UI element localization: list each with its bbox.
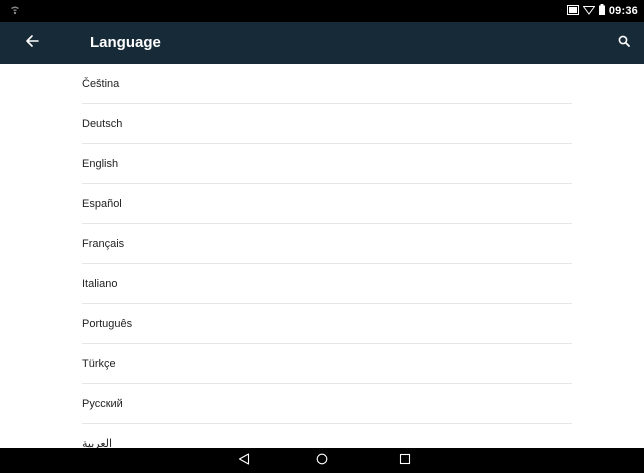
status-bar: 09:36 bbox=[0, 0, 644, 22]
language-label: Türkçe bbox=[82, 357, 116, 370]
language-label: Português bbox=[82, 317, 133, 330]
language-label: العربية bbox=[82, 438, 113, 448]
language-item-russian[interactable]: Русский bbox=[82, 384, 572, 424]
language-settings-screen: 09:36 Language Čeština Deutsch English E… bbox=[0, 0, 644, 473]
language-label: English bbox=[82, 157, 119, 170]
language-item-turkce[interactable]: Türkçe bbox=[82, 344, 572, 384]
language-label: Español bbox=[82, 197, 122, 210]
language-item-portugues[interactable]: Português bbox=[82, 304, 572, 344]
language-label: Français bbox=[82, 237, 125, 250]
notification-icon bbox=[8, 4, 22, 18]
language-item-espanol[interactable]: Español bbox=[82, 184, 572, 224]
language-item-deutsch[interactable]: Deutsch bbox=[82, 104, 572, 144]
page-title: Language bbox=[90, 34, 161, 51]
language-item-cestina[interactable]: Čeština bbox=[82, 64, 572, 104]
search-button[interactable] bbox=[612, 31, 636, 55]
language-label: Čeština bbox=[82, 77, 120, 90]
app-bar: Language bbox=[0, 22, 644, 64]
navigation-bar bbox=[0, 448, 644, 473]
nav-recents-button[interactable] bbox=[396, 452, 414, 470]
language-item-arabic[interactable]: العربية bbox=[82, 424, 572, 448]
triangle-back-icon bbox=[238, 452, 250, 470]
back-button[interactable] bbox=[20, 31, 44, 55]
square-recents-icon bbox=[399, 452, 411, 470]
circle-home-icon bbox=[316, 452, 328, 470]
battery-icon bbox=[598, 2, 605, 20]
status-icons: 09:36 bbox=[566, 2, 638, 20]
cast-icon bbox=[566, 2, 579, 20]
language-label: Deutsch bbox=[82, 117, 123, 130]
language-item-italiano[interactable]: Italiano bbox=[82, 264, 572, 304]
arrow-left-icon bbox=[25, 34, 39, 53]
nav-back-button[interactable] bbox=[235, 452, 253, 470]
search-icon bbox=[618, 34, 630, 52]
language-list: Čeština Deutsch English Español Français… bbox=[0, 64, 644, 448]
language-label: Italiano bbox=[82, 277, 118, 290]
language-item-francais[interactable]: Français bbox=[82, 224, 572, 264]
language-label: Русский bbox=[82, 397, 123, 410]
nav-home-button[interactable] bbox=[313, 452, 331, 470]
wifi-icon bbox=[582, 2, 596, 20]
language-item-english[interactable]: English bbox=[82, 144, 572, 184]
status-time: 09:36 bbox=[608, 5, 638, 17]
